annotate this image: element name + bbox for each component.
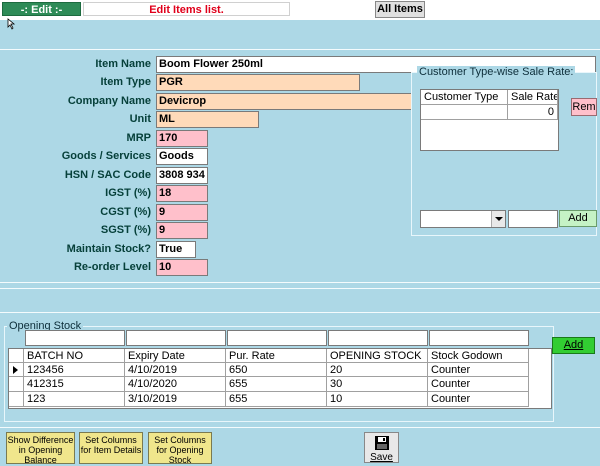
col-stock-godown[interactable]: Stock Godown: [428, 349, 529, 363]
col-opening-stock[interactable]: OPENING STOCK: [327, 349, 428, 363]
unit-field[interactable]: ML: [156, 111, 259, 128]
separator: [0, 49, 600, 50]
cgst-label: CGST (%): [100, 206, 151, 218]
reorder-level-label: Re-order Level: [73, 261, 151, 273]
igst-label: IGST (%): [105, 187, 151, 199]
goods-services-label: Goods / Services: [61, 150, 151, 162]
add-stock-button[interactable]: Add: [552, 337, 595, 354]
save-button[interactable]: Save: [364, 432, 399, 463]
cursor-icon: [7, 18, 16, 30]
item-type-label: Item Type: [100, 76, 151, 88]
table-cell[interactable]: 3/10/2019: [125, 392, 226, 407]
hsn-sac-field[interactable]: 3808 934: [156, 167, 208, 184]
maintain-stock-field[interactable]: True: [156, 241, 196, 258]
sale-rate-col-sale-rate[interactable]: Sale Rate: [508, 90, 558, 105]
sale-rate-input[interactable]: [508, 210, 558, 228]
table-cell[interactable]: Counter: [428, 392, 529, 407]
item-type-field[interactable]: PGR: [156, 74, 360, 91]
opening-stock-input[interactable]: [328, 330, 428, 346]
table-cell[interactable]: 4/10/2019: [125, 363, 226, 377]
table-cell[interactable]: 10: [327, 392, 428, 407]
sale-rate-group-title: Customer Type-wise Sale Rate:: [417, 66, 576, 78]
sale-rate-cell-customer-type[interactable]: [421, 105, 508, 120]
grid-corner: [9, 349, 24, 363]
dropdown-button[interactable]: [491, 211, 505, 227]
table-cell[interactable]: Counter: [428, 377, 529, 392]
stock-godown-input[interactable]: [429, 330, 529, 346]
mode-label: -: Edit :-: [2, 2, 81, 16]
row-selector[interactable]: [9, 377, 24, 392]
reorder-level-field[interactable]: 10: [156, 259, 208, 276]
row-selector[interactable]: [9, 363, 24, 377]
unit-label: Unit: [129, 113, 151, 125]
maintain-stock-label: Maintain Stock?: [66, 243, 151, 255]
form-title: Edit Items list.: [83, 2, 290, 16]
table-cell[interactable]: 412315: [24, 377, 125, 392]
separator: [0, 312, 600, 313]
cgst-field[interactable]: 9: [156, 204, 208, 221]
table-cell[interactable]: 123456: [24, 363, 125, 377]
expiry-date-input[interactable]: [126, 330, 226, 346]
table-cell[interactable]: 30: [327, 377, 428, 392]
separator: [0, 288, 600, 289]
all-items-button[interactable]: All Items: [375, 1, 425, 18]
table-cell[interactable]: 20: [327, 363, 428, 377]
table-cell[interactable]: 650: [226, 363, 327, 377]
current-row-icon: [13, 366, 18, 374]
floppy-disk-icon: [375, 436, 389, 450]
add-rate-button[interactable]: Add: [559, 210, 597, 227]
remove-rate-button[interactable]: Rem: [571, 98, 597, 116]
table-cell[interactable]: 655: [226, 392, 327, 407]
chevron-down-icon: [495, 217, 503, 221]
customer-type-select[interactable]: [420, 210, 506, 228]
sale-rate-cell-sale-rate[interactable]: 0: [508, 105, 558, 120]
table-cell[interactable]: 123: [24, 392, 125, 407]
company-name-label: Company Name: [67, 95, 151, 107]
item-name-label: Item Name: [95, 58, 151, 70]
table-cell[interactable]: Counter: [428, 363, 529, 377]
mrp-label: MRP: [126, 132, 151, 144]
sgst-label: SGST (%): [100, 224, 151, 236]
sale-rate-col-customer-type[interactable]: Customer Type: [421, 90, 508, 105]
mrp-field[interactable]: 170: [156, 130, 208, 147]
set-columns-item-button[interactable]: Set Columns for Item Details: [79, 432, 143, 464]
pur-rate-input[interactable]: [227, 330, 327, 346]
goods-services-field[interactable]: Goods: [156, 148, 208, 165]
col-pur-rate[interactable]: Pur. Rate: [226, 349, 327, 363]
table-cell[interactable]: 655: [226, 377, 327, 392]
col-batch-no[interactable]: BATCH NO: [24, 349, 125, 363]
hsn-sac-label: HSN / SAC Code: [64, 169, 151, 181]
set-columns-stock-button[interactable]: Set Columns for Opening Stock: [148, 432, 212, 465]
table-cell[interactable]: 4/10/2020: [125, 377, 226, 392]
separator: [0, 427, 600, 428]
show-difference-button[interactable]: Show Difference in Opening Balance: [6, 432, 75, 465]
sgst-field[interactable]: 9: [156, 222, 208, 239]
igst-field[interactable]: 18: [156, 185, 208, 202]
col-expiry-date[interactable]: Expiry Date: [125, 349, 226, 363]
company-name-field[interactable]: Devicrop: [156, 93, 412, 110]
row-selector[interactable]: [9, 392, 24, 407]
save-label: Save: [370, 452, 393, 463]
batch-no-input[interactable]: [25, 330, 125, 346]
separator: [0, 282, 600, 283]
